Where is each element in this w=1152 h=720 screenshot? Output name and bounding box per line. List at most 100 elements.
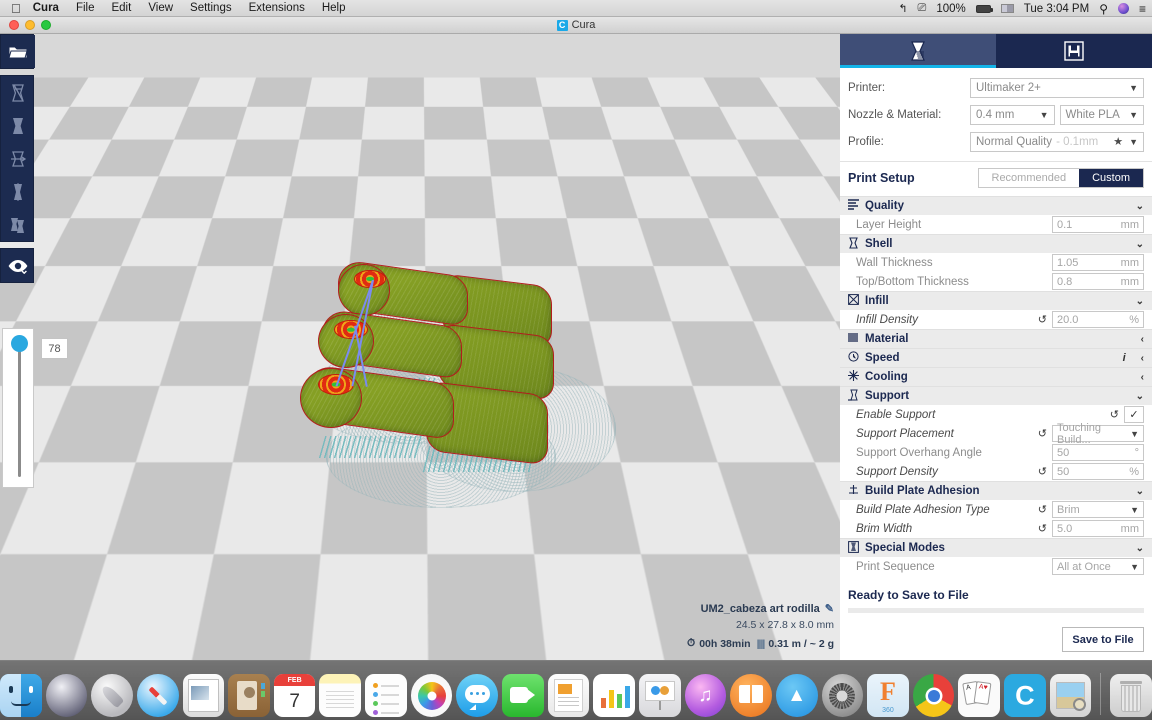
chevron-down-icon[interactable]: ⌄ — [1136, 543, 1144, 554]
chevron-down-icon[interactable]: ⌄ — [1136, 239, 1144, 250]
dock-item-chrome[interactable] — [912, 674, 955, 717]
rotate-tool-button[interactable] — [1, 142, 35, 175]
dock-item-fusion360[interactable]: F 360 — [867, 674, 909, 717]
layer-slider-track[interactable] — [18, 343, 21, 477]
edit-pencil-icon[interactable]: ✎ — [825, 602, 834, 615]
reset-icon[interactable]: ↺ — [1038, 465, 1047, 478]
setting-input[interactable]: 50 ° — [1052, 444, 1144, 461]
dock-item-facetime[interactable] — [502, 674, 544, 717]
dock-item-photos[interactable] — [410, 674, 453, 717]
chevron-down-icon[interactable]: ⌄ — [1136, 296, 1144, 307]
settings-category-infill[interactable]: Infill ⌄ — [840, 291, 1152, 310]
dock-item-safari[interactable] — [136, 674, 179, 717]
dock-item-system-preferences[interactable] — [821, 674, 864, 717]
dock-item-app-store[interactable]: ▲ — [775, 674, 818, 717]
dock-item-trash[interactable] — [1110, 674, 1152, 717]
dock-item-launchpad[interactable] — [91, 674, 133, 717]
dock-item-messages[interactable] — [456, 674, 499, 717]
setting-input[interactable]: 0.1 mm — [1052, 216, 1144, 233]
save-to-file-button[interactable]: Save to File — [1062, 627, 1144, 652]
tab-prepare[interactable] — [840, 34, 996, 68]
open-file-button[interactable] — [1, 35, 35, 68]
chevron-down-icon[interactable]: ⌄ — [1136, 201, 1144, 212]
build-plate-viewport[interactable]: ESTOCOLMO EXCLUSIVO EN HELICOPTERO - SKY… — [0, 34, 840, 660]
scale-tool-button[interactable] — [1, 109, 35, 142]
menu-item-edit[interactable]: Edit — [111, 2, 131, 14]
setting-dropdown[interactable]: Brim ▼ — [1052, 501, 1144, 518]
dock-item-numbers[interactable] — [593, 674, 635, 717]
reset-icon[interactable]: ↺ — [1038, 313, 1047, 326]
info-icon[interactable]: i — [1123, 352, 1126, 364]
settings-category-support[interactable]: Support ⌄ — [840, 386, 1152, 405]
dock-item-finder[interactable] — [0, 674, 42, 717]
dock-item-mail[interactable] — [182, 674, 225, 717]
setting-input[interactable]: 1.05 mm — [1052, 254, 1144, 271]
per-model-settings-button[interactable] — [1, 208, 35, 241]
chevron-left-icon[interactable]: ‹ — [1141, 372, 1144, 383]
sliced-model[interactable] — [296, 256, 616, 508]
dock-item-solitaire[interactable]: A A♥ — [958, 674, 1001, 717]
dock-item-siri[interactable] — [45, 674, 88, 717]
settings-category-shell[interactable]: Shell ⌄ — [840, 234, 1152, 253]
favorite-star-icon[interactable]: ★ — [1113, 135, 1123, 148]
mirror-tool-button[interactable] — [1, 175, 35, 208]
settings-category-material[interactable]: Material ‹ — [840, 329, 1152, 348]
setting-input[interactable]: 0.8 mm — [1052, 273, 1144, 290]
settings-category-quality[interactable]: Quality ⌄ — [840, 196, 1152, 215]
mode-recommended-button[interactable]: Recommended — [979, 169, 1080, 187]
dock-item-notes[interactable] — [319, 674, 362, 717]
dock-item-contacts[interactable] — [228, 674, 270, 717]
menu-item-extensions[interactable]: Extensions — [249, 2, 305, 14]
settings-category-cooling[interactable]: Cooling ‹ — [840, 367, 1152, 386]
battery-percent[interactable]: 100% — [936, 3, 965, 15]
setting-input[interactable]: 50% — [1052, 463, 1144, 480]
menubar-clock[interactable]: Tue 3:04 PM — [1024, 3, 1089, 15]
material-select[interactable]: White PLA ▼ — [1059, 104, 1144, 125]
reset-icon[interactable]: ↺ — [1110, 408, 1119, 421]
airplay-icon[interactable]: ⎚ — [918, 2, 927, 15]
profile-select[interactable]: Normal Quality - 0.1mm ★ ▼ — [970, 131, 1144, 152]
dock-item-itunes[interactable]: ♫ — [684, 674, 727, 717]
reset-icon[interactable]: ↺ — [1038, 522, 1047, 535]
bluetooth-icon[interactable]: ↰ — [898, 2, 907, 15]
setting-dropdown[interactable]: Touching Build... ▼ — [1052, 422, 1144, 446]
battery-icon[interactable] — [975, 4, 993, 13]
layer-slider-handle[interactable] — [11, 335, 28, 352]
setting-input[interactable]: 20.0% — [1052, 311, 1144, 328]
menu-item-settings[interactable]: Settings — [190, 2, 232, 14]
chevron-left-icon[interactable]: ‹ — [1141, 353, 1144, 364]
view-mode-button[interactable] — [1, 249, 35, 282]
setting-checkbox[interactable]: ✓ — [1124, 406, 1144, 423]
dock-item-preview[interactable] — [1049, 674, 1092, 717]
settings-category-special-modes[interactable]: Special Modes ⌄ — [840, 538, 1152, 557]
menu-item-help[interactable]: Help — [322, 2, 346, 14]
reset-icon[interactable]: ↺ — [1038, 503, 1047, 516]
printer-select[interactable]: Ultimaker 2+ ▼ — [970, 77, 1144, 98]
settings-category-build-plate-adhesion[interactable]: Build Plate Adhesion ⌄ — [840, 481, 1152, 500]
input-language-flag-icon[interactable] — [1000, 4, 1014, 13]
dock-item-reminders[interactable] — [365, 674, 407, 717]
dock-item-keynote[interactable] — [638, 674, 681, 717]
chevron-down-icon[interactable]: ⌄ — [1136, 486, 1144, 497]
setting-input[interactable]: 5.0 mm — [1052, 520, 1144, 537]
chevron-down-icon[interactable]: ⌄ — [1136, 391, 1144, 402]
search-icon[interactable]: ⚲ — [1099, 2, 1108, 16]
apple-logo-icon[interactable]:  — [11, 2, 21, 15]
mode-custom-button[interactable]: Custom — [1079, 169, 1143, 187]
notification-center-icon[interactable]: ≡ — [1139, 2, 1146, 16]
chevron-left-icon[interactable]: ‹ — [1141, 334, 1144, 345]
dock-item-ibooks[interactable] — [730, 674, 772, 717]
menu-item-view[interactable]: View — [148, 2, 173, 14]
dock-item-calendar[interactable]: FEB 7 — [273, 674, 316, 717]
tab-monitor[interactable] — [996, 34, 1152, 68]
move-tool-button[interactable] — [1, 76, 35, 109]
layer-number-value[interactable]: 78 — [41, 338, 68, 359]
reset-icon[interactable]: ↺ — [1038, 427, 1047, 440]
siri-icon[interactable] — [1117, 3, 1129, 14]
menu-item-file[interactable]: File — [76, 2, 95, 14]
menu-item-cura[interactable]: Cura — [33, 2, 59, 14]
dock-item-cura[interactable]: C — [1004, 674, 1046, 717]
settings-category-speed[interactable]: Speed i ‹ — [840, 348, 1152, 367]
nozzle-select[interactable]: 0.4 mm ▼ — [970, 104, 1055, 125]
dock-item-pages[interactable] — [547, 674, 590, 717]
